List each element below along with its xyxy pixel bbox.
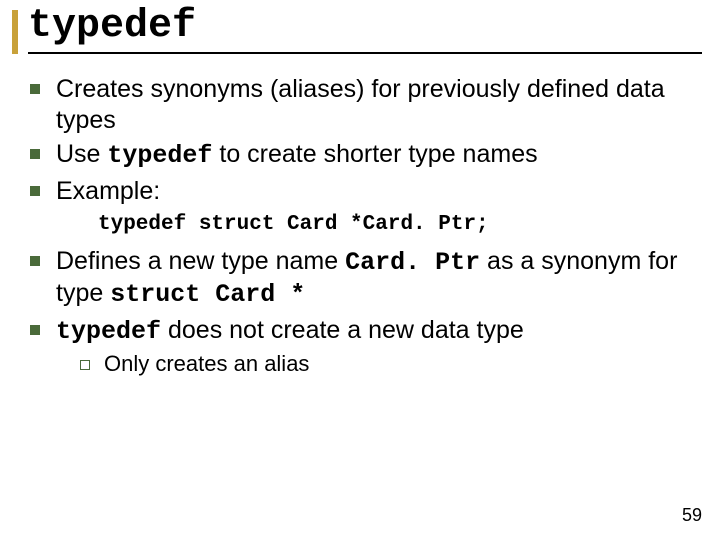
code-example: typedef struct Card *Card. Ptr; [98,212,690,238]
bullet-text: Creates synonyms (aliases) for previousl… [56,74,690,135]
slide: typedef Creates synonyms (aliases) for p… [0,0,720,540]
square-bullet-icon [30,84,40,94]
text-fragment: Use [56,140,107,168]
slide-body: Creates synonyms (aliases) for previousl… [30,70,690,382]
list-item: Use typedef to create shorter type names [30,139,690,172]
list-item: Defines a new type name Card. Ptr as a s… [30,246,690,311]
inline-code: typedef [56,317,161,346]
bullet-text: Example: [56,176,690,207]
inline-code: typedef [107,141,212,170]
sub-bullet-text: Only creates an alias [104,351,690,378]
square-bullet-icon [30,325,40,335]
page-number: 59 [682,505,702,526]
bullet-text: typedef does not create a new data type [56,315,690,348]
title-accent-bar [12,10,18,54]
bullet-text: Defines a new type name Card. Ptr as a s… [56,246,690,311]
sub-list-item: Only creates an alias [80,351,690,378]
list-item: Example: [30,176,690,207]
text-fragment: Defines a new type name [56,247,345,275]
hollow-square-bullet-icon [80,360,90,370]
text-fragment: does not create a new data type [161,316,524,344]
list-item: typedef does not create a new data type [30,315,690,348]
list-item: Creates synonyms (aliases) for previousl… [30,74,690,135]
title-block: typedef [12,6,702,48]
inline-code: Card. Ptr [345,248,480,277]
square-bullet-icon [30,149,40,159]
text-fragment: to create shorter type names [212,140,537,168]
square-bullet-icon [30,186,40,196]
slide-title: typedef [12,6,702,48]
bullet-text: Use typedef to create shorter type names [56,139,690,172]
inline-code: struct Card * [110,280,305,309]
title-underline [28,52,702,54]
square-bullet-icon [30,256,40,266]
